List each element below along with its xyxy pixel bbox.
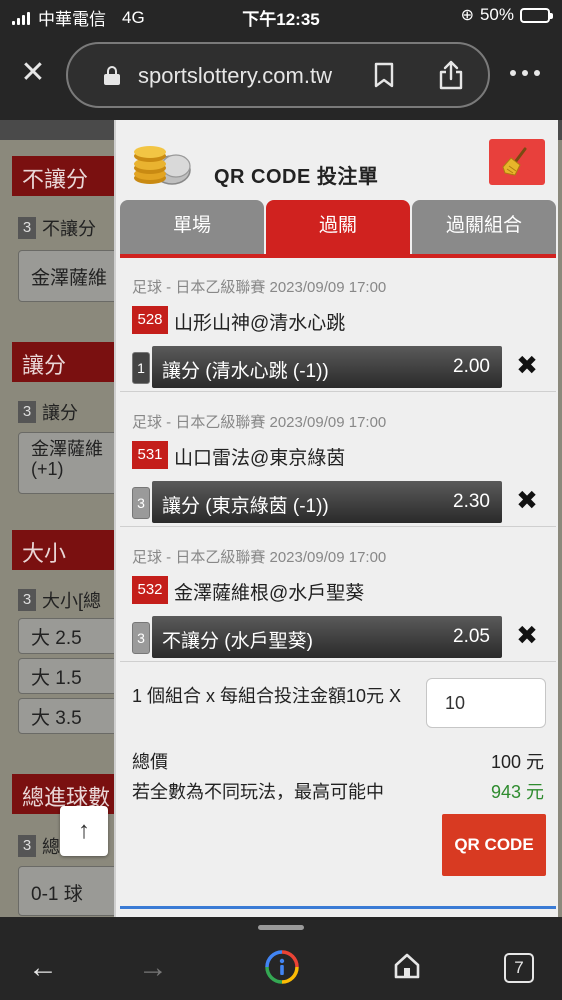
- home-icon[interactable]: [392, 951, 422, 981]
- bet-summary: 1 個組合 x 每組合投注金額10元 X 總價 100 元 若全數為不同玩法，最…: [120, 664, 556, 914]
- market-label: 3 讓分: [18, 398, 122, 426]
- match-number: 531: [132, 441, 168, 469]
- bet-slip-header: QR CODE 投注單: [116, 130, 558, 200]
- match-number: 528: [132, 306, 168, 334]
- match-teams: 金澤薩維根@水戶聖葵: [174, 583, 365, 604]
- market-name: 總: [42, 837, 60, 857]
- coins-icon: [134, 146, 191, 185]
- remove-bet-icon[interactable]: ✖: [514, 487, 540, 513]
- match-teams: 山口雷法@東京綠茵: [174, 448, 346, 469]
- market-count: 3: [18, 217, 36, 239]
- odds-option[interactable]: 金澤薩維 (+1): [18, 432, 122, 494]
- bet-item: 足球 - 日本乙級聯賽 2023/09/09 17:00 528 山形山神@清水…: [120, 258, 556, 392]
- pick-count: 1: [132, 352, 150, 384]
- share-icon[interactable]: [438, 60, 464, 90]
- tab-parlay[interactable]: 過關: [266, 200, 410, 254]
- market-count: 3: [18, 835, 36, 857]
- arrow-up-icon: ↑: [78, 817, 90, 844]
- bet-item: 足球 - 日本乙級聯賽 2023/09/09 17:00 531 山口雷法@東京…: [120, 393, 556, 527]
- tab-single[interactable]: 單場: [120, 200, 264, 254]
- home-indicator: [258, 925, 304, 930]
- scroll-to-top-button[interactable]: ↑: [60, 806, 108, 856]
- odds-option[interactable]: 大 2.5: [18, 618, 122, 654]
- pick-odds: 2.05: [453, 626, 490, 647]
- total-value: 100 元: [490, 752, 544, 772]
- battery-icon: [520, 7, 553, 23]
- tab-switcher-button[interactable]: 7: [504, 953, 534, 983]
- address-bar[interactable]: sportslottery.com.tw: [66, 42, 490, 108]
- odds-option[interactable]: 大 3.5: [18, 698, 122, 734]
- max-win-label: 若全數為不同玩法，最高可能中: [132, 782, 384, 802]
- odds-option[interactable]: 金澤薩維: [18, 250, 122, 302]
- bet-amount-input[interactable]: [426, 678, 546, 728]
- remove-bet-icon[interactable]: ✖: [514, 622, 540, 648]
- section-title: 讓分: [12, 342, 122, 382]
- match-number: 532: [132, 576, 168, 604]
- qr-code-button[interactable]: QR CODE: [442, 814, 546, 876]
- pick-label: 讓分 (東京綠茵 (-1)): [162, 496, 329, 517]
- status-bar: 中華電信 4G 下午12:35 ⊕ 50%: [0, 0, 562, 32]
- bookmark-icon[interactable]: [374, 62, 394, 88]
- odds-option[interactable]: 0-1 球: [18, 866, 122, 916]
- tab-parlay-combination[interactable]: 過關組合: [412, 200, 556, 254]
- max-win-value: 943 元: [490, 782, 544, 802]
- google-lens-icon[interactable]: [264, 949, 300, 985]
- selected-pick: 不讓分 (水戶聖葵) 2.05: [152, 616, 502, 658]
- battery-percent: 50%: [479, 5, 514, 24]
- section-title: 大小: [12, 530, 122, 570]
- forward-arrow-icon[interactable]: →: [138, 953, 168, 983]
- pick-label: 讓分 (清水心跳 (-1)): [162, 361, 329, 382]
- browser-bottom-nav: ← → 7: [0, 917, 562, 1000]
- browser-toolbar: ✕ sportslottery.com.tw: [0, 32, 562, 120]
- bet-slip-title: QR CODE 投注單: [214, 166, 379, 188]
- close-icon[interactable]: ✕: [18, 58, 48, 88]
- market-name: 不讓分: [42, 219, 96, 239]
- pick-odds: 2.00: [453, 356, 490, 377]
- match-teams: 山形山神@清水心跳: [174, 313, 346, 334]
- bet-type-tabs: 單場 過關 過關組合: [120, 200, 556, 254]
- market-label: 3 大小[總: [18, 586, 122, 614]
- panel-bottom-edge: [120, 906, 556, 909]
- pick-label: 不讓分 (水戶聖葵): [162, 631, 313, 652]
- odds-option[interactable]: 大 1.5: [18, 658, 122, 694]
- selected-pick: 讓分 (清水心跳 (-1)) 2.00: [152, 346, 502, 388]
- market-name: 讓分: [42, 403, 78, 423]
- market-count: 3: [18, 401, 36, 423]
- combination-text: 1 個組合 x 每組合投注金額10元 X: [132, 686, 402, 706]
- league-info: 足球 - 日本乙級聯賽 2023/09/09 17:00: [132, 279, 387, 296]
- remove-bet-icon[interactable]: ✖: [514, 352, 540, 378]
- rotation-lock-icon: ⊕: [460, 7, 474, 24]
- back-arrow-icon[interactable]: ←: [28, 953, 58, 983]
- clear-slip-button[interactable]: [489, 139, 545, 185]
- market-label: 3 不讓分: [18, 214, 122, 242]
- league-info: 足球 - 日本乙級聯賽 2023/09/09 17:00: [132, 549, 387, 566]
- url-text[interactable]: sportslottery.com.tw: [138, 63, 332, 89]
- lock-icon: [104, 66, 120, 85]
- section-title: 不讓分: [12, 156, 122, 196]
- bet-item: 足球 - 日本乙級聯賽 2023/09/09 17:00 532 金澤薩維根@水…: [120, 528, 556, 662]
- qr-bet-slip-panel: QR CODE 投注單 單場 過關 過關組合 足球 - 日本乙級聯賽 2023/…: [114, 120, 558, 917]
- market-count: 3: [18, 589, 36, 611]
- selected-pick: 讓分 (東京綠茵 (-1)) 2.30: [152, 481, 502, 523]
- more-menu-icon[interactable]: [510, 70, 540, 76]
- league-info: 足球 - 日本乙級聯賽 2023/09/09 17:00: [132, 414, 387, 431]
- total-label: 總價: [132, 752, 168, 772]
- pick-count: 3: [132, 487, 150, 519]
- pick-count: 3: [132, 622, 150, 654]
- pick-odds: 2.30: [453, 491, 490, 512]
- broom-icon: [502, 147, 527, 176]
- market-name: 大小[總: [42, 591, 102, 611]
